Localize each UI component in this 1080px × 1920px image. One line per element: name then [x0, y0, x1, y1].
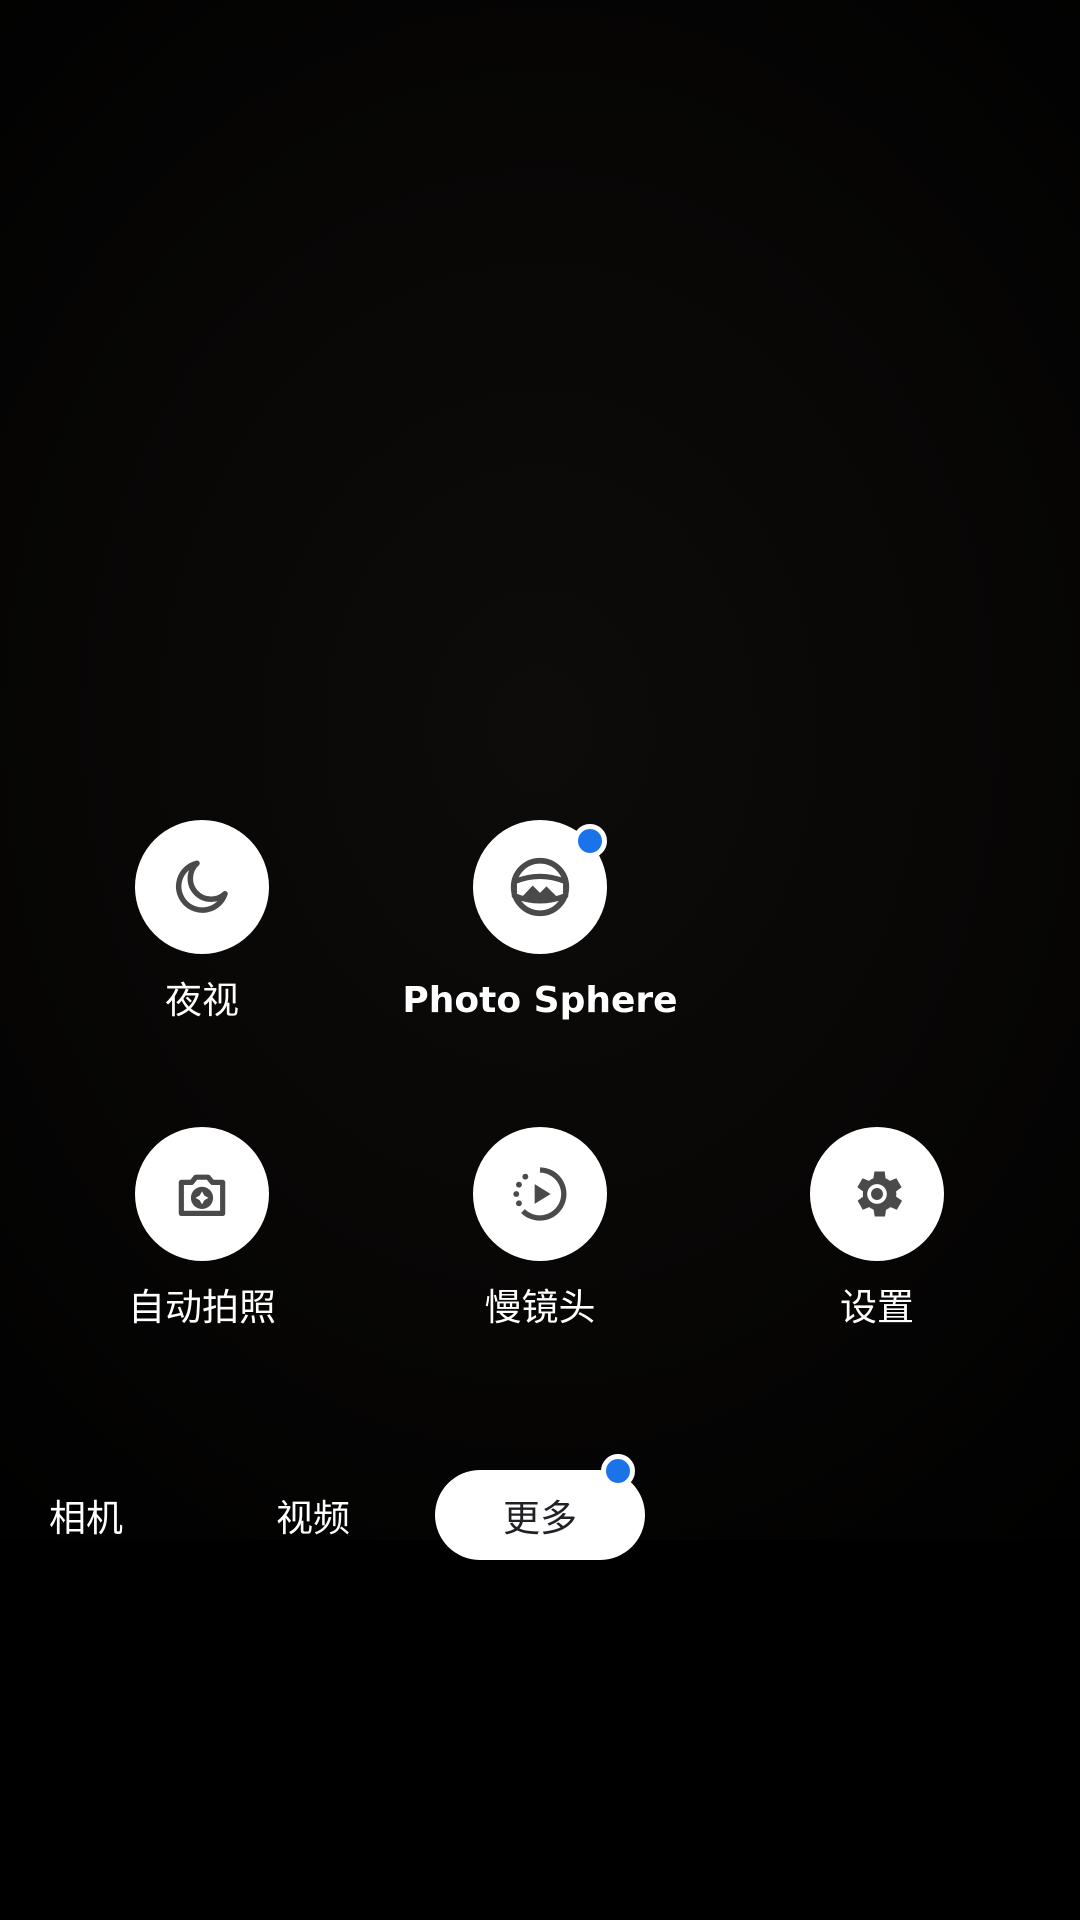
- moon-icon: [175, 860, 228, 913]
- mode-night[interactable]: 夜视: [52, 820, 352, 1024]
- photo-sphere-label: Photo Sphere: [402, 980, 678, 1021]
- night-mode-button[interactable]: [135, 820, 269, 954]
- photo-sphere-icon: [510, 857, 570, 917]
- tab-more[interactable]: 更多: [435, 1454, 645, 1560]
- photo-sphere-button[interactable]: [473, 820, 607, 954]
- tab-video[interactable]: 视频: [257, 1470, 369, 1560]
- gear-icon: [857, 1171, 903, 1217]
- slow-motion-label: 慢镜头: [484, 1286, 596, 1329]
- mode-settings[interactable]: 设置: [727, 1127, 1027, 1331]
- slow-motion-button[interactable]: [473, 1127, 607, 1261]
- auto-camera-icon: [178, 1174, 226, 1216]
- night-mode-label: 夜视: [165, 979, 239, 1022]
- tab-camera[interactable]: 相机: [30, 1470, 142, 1560]
- auto-shot-button[interactable]: [135, 1127, 269, 1261]
- settings-label: 设置: [840, 1286, 914, 1329]
- auto-shot-label: 自动拍照: [128, 1286, 276, 1329]
- mode-slow-motion[interactable]: 慢镜头: [390, 1127, 690, 1331]
- slow-motion-icon: [513, 1167, 567, 1221]
- new-feature-badge: [573, 824, 607, 858]
- bottom-bar-background: [0, 1540, 1080, 1920]
- settings-button[interactable]: [810, 1127, 944, 1261]
- tab-more-label: 更多: [503, 1497, 577, 1540]
- mode-auto-shot[interactable]: 自动拍照: [52, 1127, 352, 1331]
- camera-screen: 夜视 Photo Sphere 自动拍照 慢镜头 设置 相机 视频 更多: [0, 0, 1080, 1920]
- mode-photo-sphere[interactable]: Photo Sphere: [390, 820, 690, 1024]
- new-feature-badge: [601, 1454, 635, 1488]
